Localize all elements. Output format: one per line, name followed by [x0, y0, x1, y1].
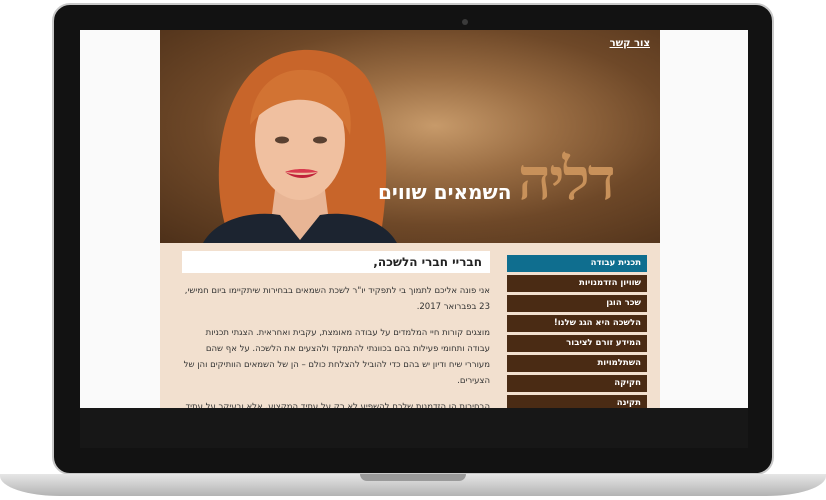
menu-item-fair-pay[interactable]: שכר הוגן: [507, 295, 647, 312]
menu-item-public-info[interactable]: המידע זורם לציבור: [507, 335, 647, 352]
contact-link[interactable]: צור קשר: [610, 38, 650, 49]
article-paragraph: אני פונה אליכם לתמוך בי לתפקיד יו"ר לשכת…: [184, 286, 490, 312]
campaign-page: צור קשר דליה השמאים שווים חבריי חברי הלש…: [160, 30, 660, 408]
candidate-portrait: [203, 49, 397, 243]
article-paragraph: מוצגים קורות חיי המלמדים על עבודה מאומצת…: [183, 328, 490, 386]
menu-item-standards[interactable]: תקינה: [507, 395, 647, 408]
menu-item-equal-opportunity[interactable]: שוויון הזדמנויות: [507, 275, 647, 292]
menu-item-chamber-roof[interactable]: הלשכה היא הגג שלנו!: [507, 315, 647, 332]
menu-item-legislation[interactable]: חקיקה: [507, 375, 647, 392]
article-paragraph: הבחירות הן הזדמנות שלכם להשפיע לא רק על …: [185, 402, 490, 408]
campaign-slogan: השמאים שווים: [378, 180, 512, 204]
menu-item-training[interactable]: השתלמויות: [507, 355, 647, 372]
header-banner: צור קשר דליה השמאים שווים: [160, 30, 660, 243]
main-article: חבריי חברי הלשכה, אני פונה אליכם לתמוך ב…: [182, 251, 490, 408]
sidebar-menu: תכנית עבודה שוויון הזדמנויות שכר הוגן הל…: [507, 255, 647, 408]
screen-bezel-bottom: [80, 408, 748, 448]
content-area: חבריי חברי הלשכה, אני פונה אליכם לתמוך ב…: [160, 243, 660, 408]
camera-icon: [462, 19, 468, 25]
menu-item-work-plan[interactable]: תכנית עבודה: [507, 255, 647, 272]
laptop-notch: [360, 474, 466, 481]
article-title: חבריי חברי הלשכה,: [182, 251, 490, 273]
browser-screen: צור קשר דליה השמאים שווים חבריי חברי הלש…: [80, 30, 748, 408]
candidate-name-logo: דליה: [518, 145, 616, 213]
